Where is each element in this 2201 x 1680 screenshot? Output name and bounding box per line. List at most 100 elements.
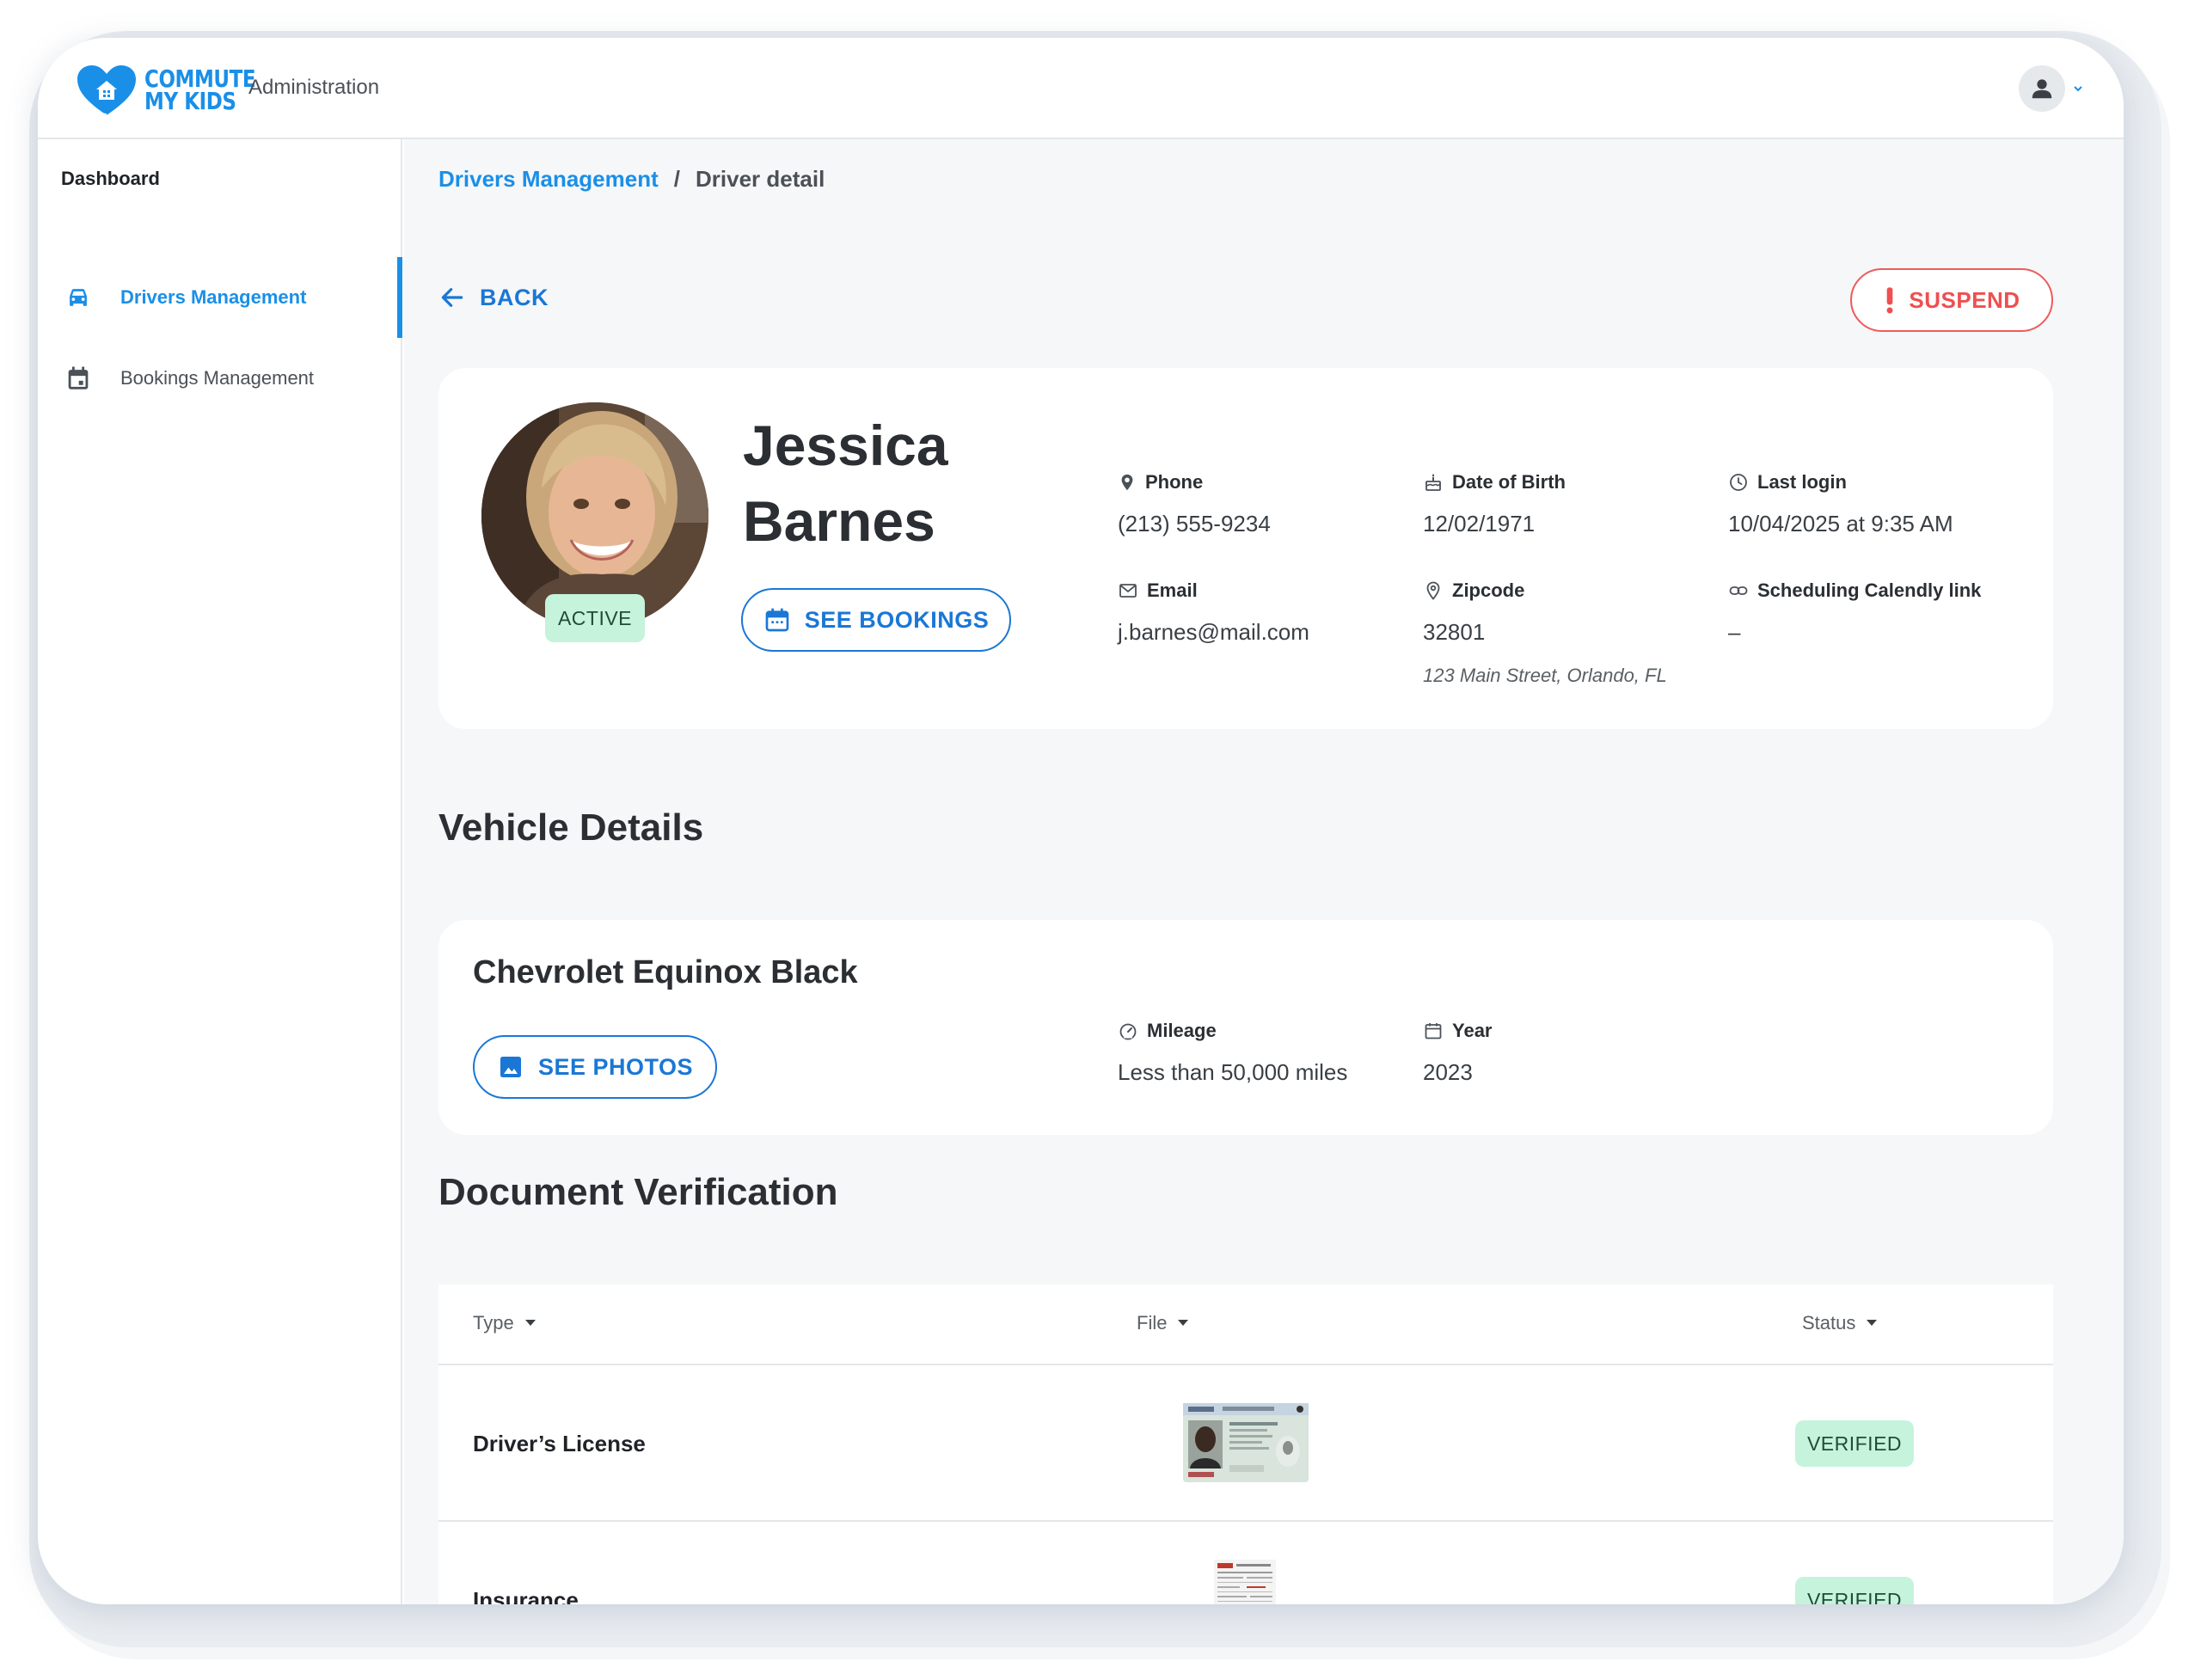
document-type: Driver’s License [473,1431,646,1456]
drivers-license-thumbnail[interactable] [1183,1403,1309,1482]
back-button-label: BACK [480,284,549,310]
suspend-button[interactable]: SUSPEND [1850,268,2053,332]
user-menu[interactable] [2019,65,2084,112]
last-login-label: Last login [1728,471,1953,494]
zipcode-field: Zipcode 32801 123 Main Street, Orlando, … [1423,579,1667,687]
zipcode-value: 32801 [1423,619,1486,645]
calendar-icon [68,366,89,389]
phone-field: Phone (213) 555-9234 [1118,471,1271,537]
link-icon [1729,586,1748,595]
see-bookings-button[interactable]: SEE BOOKINGS [741,588,1011,652]
breadcrumb: Drivers Management / Driver detail [438,166,825,193]
driver-first-name: Jessica [743,414,948,477]
breadcrumb-link-drivers-management[interactable]: Drivers Management [438,166,659,193]
mileage-label-text: Mileage [1147,1020,1217,1041]
heart-house-logo-icon [77,65,136,117]
column-header-file[interactable]: File [1137,1312,1189,1334]
main-content: Drivers Management / Driver detail BACK … [404,139,2124,1604]
sidebar-item-label: Drivers Management [120,286,307,308]
year-label: Year [1423,1020,1493,1042]
column-header-status[interactable]: Status [1802,1312,1878,1334]
dob-label-text: Date of Birth [1452,471,1566,493]
year-field: Year 2023 [1423,1020,1493,1086]
document-verification-title: Document Verification [438,1171,838,1213]
phone-value: (213) 555-9234 [1118,511,1271,536]
email-field: Email j.barnes@mail.com [1118,579,1309,646]
sidebar-item-bookings-management[interactable]: Bookings Management [38,338,402,419]
avatar[interactable] [2019,65,2065,112]
header-title: Administration [248,76,380,99]
back-button[interactable]: BACK [438,284,549,311]
last-login-field: Last login 10/04/2025 at 9:35 AM [1728,471,1953,537]
status-badge: VERIFIED [1795,1420,1914,1467]
status-badge: VERIFIED [1795,1577,1914,1604]
insurance-document-thumbnail[interactable] [1214,1560,1276,1604]
speedometer-icon [1119,1023,1137,1040]
email-value[interactable]: j.barnes@mail.com [1118,619,1309,646]
email-label: Email [1118,579,1309,602]
calendly-label: Scheduling Calendly link [1728,579,1981,602]
mail-icon [1119,584,1137,598]
zipcode-label: Zipcode [1423,579,1667,602]
vehicle-name: Chevrolet Equinox Black [473,954,858,990]
driver-name: Jessica Barnes [743,408,948,559]
dob-label: Date of Birth [1423,471,1566,494]
phone-pin-icon [1121,474,1133,491]
driver-profile-card: ACTIVE Jessica Barnes SEE BOOKINGS Phone… [438,368,2053,729]
last-login-value: 10/04/2025 at 9:35 AM [1728,511,1953,536]
column-header-status-label: Status [1802,1312,1856,1334]
column-header-type-label: Type [473,1312,514,1334]
table-row: Insurance VERIFIED [438,1522,2053,1604]
sidebar-item-label: Bookings Management [120,367,315,389]
year-label-text: Year [1452,1020,1493,1041]
dob-value: 12/02/1971 [1423,511,1536,536]
email-label-text: Email [1147,579,1198,601]
sidebar-item-drivers-management[interactable]: Drivers Management [38,257,402,338]
table-header-row: Type File Status [438,1285,2053,1365]
chevron-down-icon[interactable] [2072,83,2084,95]
calendar-outline-icon [1425,1023,1442,1039]
user-icon [2032,79,2052,99]
table-row: Driver’s License VERIFIED [438,1365,2053,1522]
logo-line-2: MY KIDS [144,87,236,115]
sort-caret-icon [1178,1320,1189,1326]
sidebar-title[interactable]: Dashboard [61,168,160,190]
sidebar: Dashboard Drivers Management Bookings Ma… [38,139,402,1604]
see-photos-label: SEE PHOTOS [537,1053,694,1080]
logo-wordmark: COMMUTE MY KIDS [144,67,256,115]
calendly-link-field: Scheduling Calendly link – [1728,579,1981,646]
clock-icon [1730,474,1747,491]
car-icon [70,289,87,306]
phone-label: Phone [1118,471,1271,494]
calendly-value: – [1728,619,1741,645]
breadcrumb-current: Driver detail [696,166,825,192]
calendar-icon [765,608,789,632]
location-pin-icon [1426,581,1440,600]
calendly-label-text: Scheduling Calendly link [1757,579,1982,601]
mileage-field: Mileage Less than 50,000 miles [1118,1020,1347,1086]
cake-icon [1425,474,1441,491]
year-value: 2023 [1423,1059,1473,1085]
vehicle-card: Chevrolet Equinox Black SEE PHOTOS Milea… [438,920,2053,1135]
column-header-file-label: File [1137,1312,1168,1334]
image-icon [500,1057,521,1077]
address-value: 123 Main Street, Orlando, FL [1423,665,1667,686]
driver-last-name: Barnes [743,489,935,553]
sort-caret-icon [524,1320,536,1326]
app-window: COMMUTE MY KIDS Administration Dashboard [38,38,2124,1604]
breadcrumb-separator: / [673,166,680,192]
mileage-label: Mileage [1118,1020,1347,1042]
column-header-type[interactable]: Type [473,1312,536,1334]
phone-label-text: Phone [1145,471,1204,493]
document-table: Type File Status Driver’s License VERIFI… [438,1285,2053,1604]
last-login-label-text: Last login [1757,471,1847,493]
arrow-left-icon [441,288,463,307]
suspend-button-label: SUSPEND [1909,286,2020,313]
mileage-value: Less than 50,000 miles [1118,1059,1348,1085]
date-of-birth-field: Date of Birth 12/02/1971 [1423,471,1566,537]
zipcode-label-text: Zipcode [1452,579,1525,601]
vehicle-details-title: Vehicle Details [438,806,704,849]
document-type: Insurance [473,1587,579,1604]
top-header: COMMUTE MY KIDS Administration [38,38,2124,139]
see-photos-button[interactable]: SEE PHOTOS [473,1035,717,1099]
